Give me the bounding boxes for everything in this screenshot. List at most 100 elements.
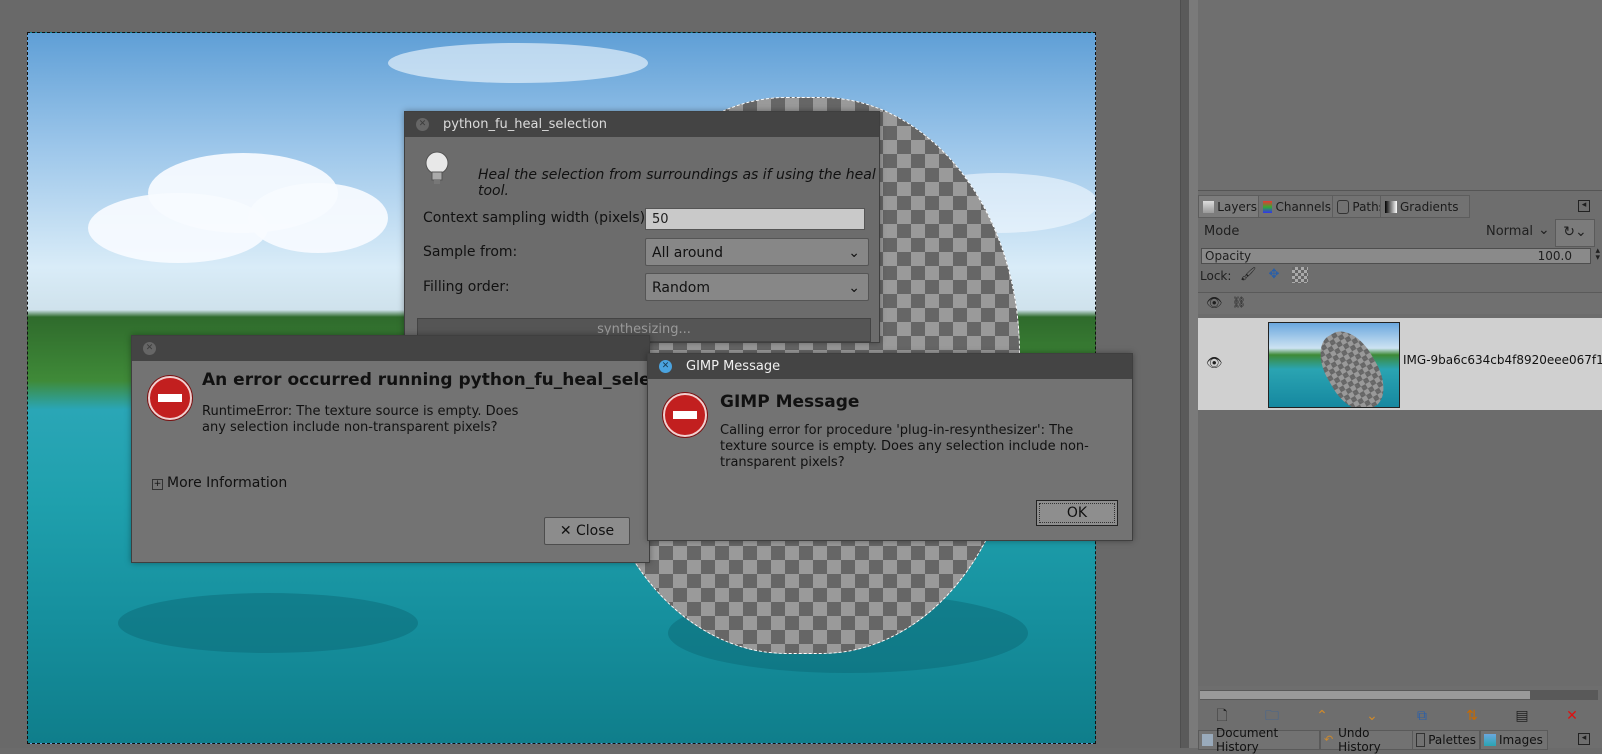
- error-message: RuntimeError: The texture source is empt…: [202, 404, 519, 435]
- tab-channels[interactable]: Channels: [1258, 195, 1336, 218]
- layer-thumbnail[interactable]: [1268, 322, 1400, 408]
- context-width-input[interactable]: 50: [645, 208, 865, 230]
- chevron-down-icon: ⌄: [848, 280, 860, 296]
- tab-document-history[interactable]: Document History: [1198, 726, 1320, 754]
- filling-order-label: Filling order:: [423, 279, 510, 295]
- close-button[interactable]: ✕ Close: [544, 517, 630, 545]
- scrollbar-thumb[interactable]: [1200, 691, 1530, 699]
- tab-label: Images: [1499, 733, 1543, 747]
- mode-label: Mode: [1204, 224, 1240, 239]
- titlebar[interactable]: ✕: [132, 336, 649, 361]
- tab-label: Layers: [1217, 199, 1257, 214]
- tab-label: Palettes: [1428, 733, 1476, 747]
- close-icon[interactable]: ✕: [416, 118, 429, 131]
- eye-icon[interactable]: 👁: [1206, 356, 1223, 371]
- dock-separator[interactable]: [1189, 0, 1198, 748]
- opacity-value: 100.0: [1537, 249, 1572, 263]
- mode-select[interactable]: Normal: [1486, 224, 1533, 239]
- lower-layer-icon[interactable]: ⌄: [1362, 706, 1382, 726]
- sample-from-select[interactable]: All around ⌄: [645, 238, 869, 266]
- composite-mode-button[interactable]: ↻⌄: [1555, 219, 1595, 247]
- opacity-label: Opacity: [1205, 249, 1252, 263]
- tab-undo-history[interactable]: ↶ Undo History: [1320, 726, 1414, 754]
- layers-list-header: 👁 ⛓: [1198, 292, 1602, 316]
- close-icon[interactable]: ✕: [143, 342, 156, 355]
- tab-images[interactable]: Images: [1480, 730, 1548, 750]
- tab-label: Channels: [1275, 199, 1331, 214]
- gradient-icon: [1385, 200, 1397, 213]
- titlebar[interactable]: ✕ GIMP Message: [648, 354, 1132, 379]
- ok-button[interactable]: OK: [1036, 500, 1118, 526]
- sample-from-label: Sample from:: [423, 244, 518, 260]
- right-dock: Layers Channels Paths Gradients ◂ Mode N…: [1198, 0, 1602, 754]
- error-heading: An error occurred running python_fu_heal…: [202, 370, 699, 390]
- cloud-shape: [388, 43, 648, 83]
- water-shade: [118, 593, 418, 653]
- expand-icon[interactable]: +: [152, 479, 163, 490]
- lock-pixels-icon[interactable]: 🖌: [1240, 267, 1257, 283]
- dock-menu-icon[interactable]: ◂: [1578, 733, 1590, 745]
- layer-mode-row: Mode Normal ⌄ ↻⌄: [1198, 219, 1602, 247]
- stop-icon: [663, 393, 707, 437]
- duplicate-layer-icon[interactable]: ⧉: [1412, 706, 1432, 726]
- tab-palettes[interactable]: Palettes: [1412, 730, 1480, 750]
- error-dialog: ✕ An error occurred running python_fu_he…: [131, 335, 699, 563]
- thumbnail-transparent-area: [1309, 323, 1395, 407]
- lock-alpha-icon[interactable]: [1292, 267, 1308, 283]
- tab-gradients[interactable]: Gradients: [1380, 195, 1470, 218]
- layer-name[interactable]: IMG-9ba6c634cb4f8920eee067f1d: [1403, 353, 1602, 367]
- dialog-title: python_fu_heal_selection: [443, 117, 608, 132]
- chevron-down-icon[interactable]: ⌄: [1538, 222, 1550, 238]
- delete-layer-icon[interactable]: ✕: [1562, 706, 1582, 726]
- cloud-shape: [88, 193, 268, 263]
- paths-icon: [1337, 199, 1350, 214]
- anchor-layer-icon[interactable]: ⇅: [1462, 706, 1482, 726]
- layer-item[interactable]: 👁 IMG-9ba6c634cb4f8920eee067f1d: [1198, 318, 1602, 410]
- gimp-message-heading: GIMP Message: [720, 392, 860, 412]
- lightbulb-icon: [425, 151, 449, 184]
- tab-label: Document History: [1216, 726, 1279, 754]
- opacity-slider[interactable]: Opacity 100.0: [1201, 248, 1591, 264]
- filling-order-select[interactable]: Random ⌄: [645, 273, 869, 301]
- tab-label: Gradients: [1400, 199, 1459, 214]
- document-history-icon: [1202, 734, 1214, 746]
- chain-icon[interactable]: ⛓: [1232, 296, 1246, 309]
- layers-list: 👁 IMG-9ba6c634cb4f8920eee067f1d: [1198, 314, 1602, 686]
- dialog-title: GIMP Message: [686, 359, 781, 374]
- python-fu-dialog: ✕ python_fu_heal_selection Heal the sele…: [404, 111, 880, 343]
- tool-options-panel: [1198, 0, 1602, 191]
- dock-tabs: Layers Channels Paths Gradients: [1198, 195, 1602, 218]
- gimp-message-text: Calling error for procedure 'plug-in-res…: [720, 423, 1089, 470]
- dock-menu-icon[interactable]: ◂: [1578, 200, 1590, 212]
- tab-label: Undo History: [1338, 726, 1381, 754]
- more-information-label: More Information: [167, 475, 288, 491]
- channels-icon: [1263, 200, 1273, 213]
- titlebar[interactable]: ✕ python_fu_heal_selection: [405, 112, 879, 137]
- sample-from-value: All around: [652, 245, 724, 261]
- context-width-label: Context sampling width (pixels):: [423, 210, 650, 226]
- dialog-description: Heal the selection from surroundings as …: [478, 167, 876, 199]
- images-icon: [1484, 734, 1496, 746]
- palette-icon: [1416, 733, 1426, 747]
- mask-icon[interactable]: ▤: [1512, 706, 1532, 726]
- close-button-label: Close: [576, 523, 615, 539]
- tab-layers[interactable]: Layers: [1198, 195, 1262, 218]
- more-information-expander[interactable]: + More Information: [152, 475, 287, 491]
- layers-icon: [1203, 200, 1215, 213]
- bottom-dock-tabs: Document History ↶ Undo History Palettes…: [1198, 726, 1602, 754]
- eye-icon[interactable]: 👁: [1206, 296, 1223, 311]
- lock-row: Lock: 🖌 ✥: [1198, 267, 1602, 287]
- undo-icon: ↶: [1324, 733, 1334, 746]
- chevron-down-icon: ⌄: [848, 245, 860, 261]
- filling-order-value: Random: [652, 280, 710, 296]
- stop-icon: [148, 376, 192, 420]
- spinner-icon[interactable]: ▴ ▾: [1595, 247, 1600, 263]
- horizontal-scrollbar[interactable]: [1200, 690, 1598, 700]
- close-icon[interactable]: ✕: [659, 360, 672, 373]
- close-icon: ✕: [559, 523, 572, 539]
- lock-position-icon[interactable]: ✥: [1266, 267, 1282, 283]
- gimp-message-dialog: ✕ GIMP Message GIMP Message Calling erro…: [647, 353, 1133, 541]
- new-layer-group-icon[interactable]: 🗀: [1262, 706, 1282, 726]
- new-layer-icon[interactable]: 🗋: [1212, 706, 1232, 726]
- raise-layer-icon[interactable]: ⌃: [1312, 706, 1332, 726]
